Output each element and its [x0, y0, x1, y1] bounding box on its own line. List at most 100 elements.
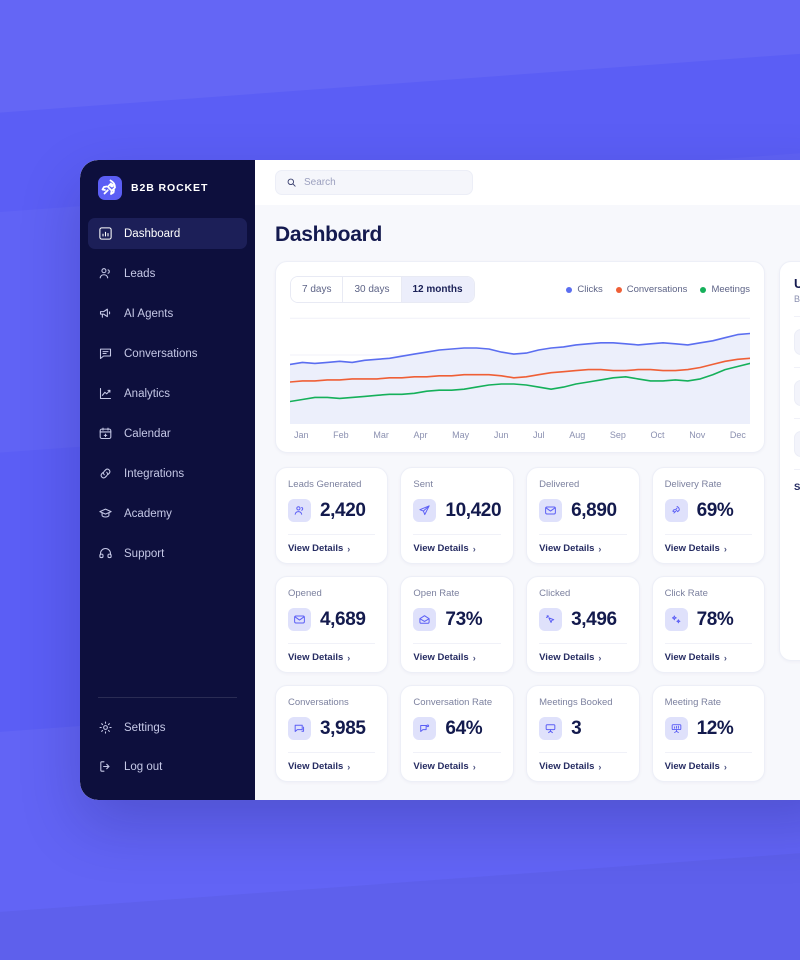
- view-details-link[interactable]: View Details ›: [288, 543, 375, 554]
- range-tab-12-months[interactable]: 12 months: [401, 277, 474, 302]
- line-chart: [290, 309, 750, 424]
- sidebar-item-academy[interactable]: Academy: [88, 498, 247, 529]
- graduation-cap-icon: [98, 506, 113, 521]
- view-details-link[interactable]: View Details ›: [413, 652, 501, 663]
- view-details-link[interactable]: View Details ›: [288, 761, 375, 772]
- kpi-card-meetings-booked[interactable]: Meetings Booked 3 View Details ›: [526, 685, 640, 782]
- sidebar-item-integrations[interactable]: Integrations: [88, 458, 247, 489]
- kpi-card-meeting-rate[interactable]: Meeting Rate 12% View Details ›: [651, 685, 765, 782]
- chevron-right-icon: ›: [723, 543, 727, 554]
- view-details-link[interactable]: View Details ›: [665, 761, 752, 772]
- sidebar-item-settings[interactable]: Settings: [88, 712, 247, 743]
- sidebar-item-conversations[interactable]: Conversations: [88, 338, 247, 369]
- kpi-label: Delivery Rate: [664, 479, 722, 490]
- sidebar-item-leads[interactable]: Leads: [88, 258, 247, 289]
- chart-header: 7 days 30 days 12 months Clicks Conversa…: [290, 276, 750, 303]
- chevron-right-icon: ›: [723, 761, 727, 772]
- time-range-segmented-control[interactable]: 7 days 30 days 12 months: [290, 276, 475, 303]
- kpi-card-conversations[interactable]: Conversations 3,985 View Details ›: [275, 685, 389, 782]
- kpi-footer: View Details ›: [539, 534, 627, 563]
- search-box[interactable]: [275, 170, 473, 195]
- sidebar-item-support[interactable]: Support: [88, 538, 247, 569]
- kpi-value: 78%: [696, 608, 734, 630]
- kpi-value: 10,420: [445, 499, 502, 521]
- kpi-card-sent[interactable]: Sent 10,420 View Details ›: [400, 467, 515, 564]
- right-side-panel: U Ba J J J Se: [779, 261, 800, 661]
- legend-item-conversations[interactable]: Conversations: [615, 284, 687, 295]
- view-details-link[interactable]: View Details ›: [413, 761, 501, 772]
- range-tab-7-days[interactable]: 7 days: [291, 277, 344, 302]
- kpi-card-conversation-rate[interactable]: Conversation Rate 64% View Details ›: [400, 685, 515, 782]
- view-details-link[interactable]: View Details ›: [539, 761, 626, 772]
- sidebar-item-analytics[interactable]: Analytics: [88, 378, 247, 409]
- x-tick: Jul: [533, 430, 545, 440]
- list-item[interactable]: J: [794, 380, 800, 406]
- view-details-label: View Details: [413, 543, 469, 554]
- sidebar-item-logout[interactable]: Log out: [88, 751, 247, 782]
- paper-plane-icon: [413, 499, 437, 522]
- list-item[interactable]: J: [794, 329, 800, 355]
- range-tab-30-days[interactable]: 30 days: [343, 277, 402, 302]
- chevron-right-icon: ›: [723, 652, 727, 663]
- kpi-label: Conversations: [288, 697, 349, 708]
- kpi-label: Clicked: [539, 588, 571, 599]
- divider: [794, 469, 800, 470]
- kpi-card-delivery-rate[interactable]: Delivery Rate 69% View Details ›: [651, 467, 765, 564]
- kpi-row: 2,420: [288, 499, 375, 522]
- sidebar-item-dashboard[interactable]: Dashboard: [88, 218, 247, 249]
- sidebar-item-label: Academy: [124, 507, 172, 520]
- kpi-row: 4,689: [288, 608, 375, 631]
- legend-item-clicks[interactable]: Clicks: [566, 284, 603, 295]
- gear-icon: [98, 720, 113, 735]
- chevron-right-icon: ›: [598, 543, 602, 554]
- view-details-link[interactable]: View Details ›: [665, 543, 752, 554]
- kpi-card-opened[interactable]: Opened 4,689 View Details ›: [275, 576, 389, 673]
- chevron-right-icon: ›: [347, 652, 351, 663]
- megaphone-icon: [98, 306, 113, 321]
- x-tick: Aug: [569, 430, 586, 440]
- kpi-label: Opened: [288, 588, 322, 599]
- view-details-label: View Details: [413, 652, 469, 663]
- calendar-plus-icon: [98, 426, 113, 441]
- kpi-value: 69%: [696, 499, 734, 521]
- left-column: 7 days 30 days 12 months Clicks Conversa…: [275, 261, 765, 782]
- search-input[interactable]: [304, 177, 462, 188]
- right-panel-footer-link[interactable]: Se: [794, 482, 800, 493]
- kpi-footer: View Details ›: [664, 534, 752, 563]
- kpi-card-clicked[interactable]: Clicked 3,496 View Details ›: [526, 576, 640, 673]
- brand-logo[interactable]: B2B ROCKET: [80, 160, 255, 218]
- sidebar: B2B ROCKET Dashboard Leads AI Agents Con…: [80, 160, 255, 800]
- view-details-link[interactable]: View Details ›: [413, 543, 501, 554]
- view-details-label: View Details: [539, 761, 595, 772]
- x-tick: Jan: [294, 430, 309, 440]
- kpi-value: 3,985: [320, 717, 366, 739]
- view-details-label: View Details: [288, 543, 344, 554]
- view-details-link[interactable]: View Details ›: [288, 652, 375, 663]
- sidebar-item-label: Settings: [124, 721, 166, 734]
- kpi-card-leads-generated[interactable]: Leads Generated 2,420 View Details ›: [275, 467, 389, 564]
- sidebar-item-calendar[interactable]: Calendar: [88, 418, 247, 449]
- chevron-right-icon: ›: [347, 543, 351, 554]
- kpi-value: 73%: [445, 608, 483, 630]
- list-item[interactable]: J: [794, 431, 800, 457]
- kpi-label: Click Rate: [664, 588, 708, 599]
- view-details-link[interactable]: View Details ›: [539, 652, 626, 663]
- view-details-link[interactable]: View Details ›: [665, 652, 752, 663]
- kpi-card-open-rate[interactable]: Open Rate 73% View Details ›: [400, 576, 515, 673]
- kpi-label: Meetings Booked: [539, 697, 613, 708]
- sidebar-item-ai-agents[interactable]: AI Agents: [88, 298, 247, 329]
- kpi-card-delivered[interactable]: Delivered 6,890 View Details ›: [526, 467, 640, 564]
- headset-icon: [98, 546, 113, 561]
- legend-label: Clicks: [577, 284, 603, 295]
- legend-dot-icon: [615, 286, 622, 293]
- legend-item-meetings[interactable]: Meetings: [700, 284, 750, 295]
- kpi-value: 64%: [445, 717, 483, 739]
- kpi-card-click-rate[interactable]: Click Rate 78% View Details ›: [651, 576, 765, 673]
- chevron-right-icon: ›: [347, 761, 351, 772]
- view-details-link[interactable]: View Details ›: [539, 543, 626, 554]
- chart-svg: [290, 317, 750, 424]
- envelope-icon: [288, 608, 311, 631]
- presentation-icon: [539, 717, 563, 740]
- kpi-label: Open Rate: [413, 588, 460, 599]
- main-area: Dashboard 7 days 30 days 12 months: [255, 160, 800, 800]
